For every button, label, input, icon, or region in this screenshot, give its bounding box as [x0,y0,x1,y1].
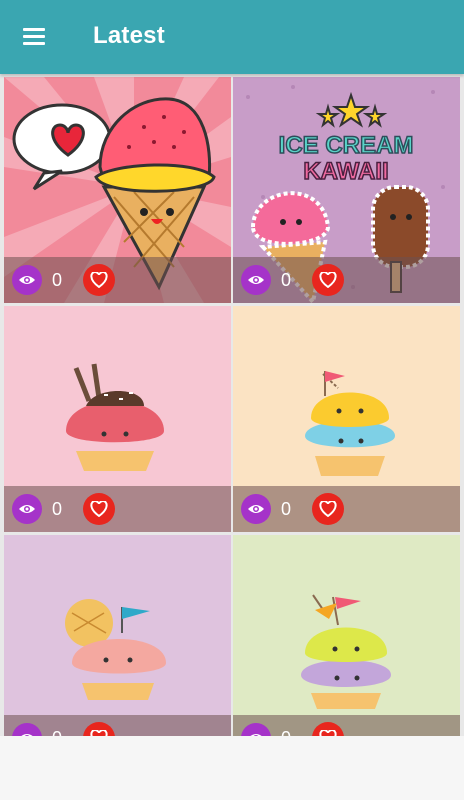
view-count: 0 [52,499,63,519]
cupcake-wafer-image [4,535,231,736]
kawaii-text: KAWAII [303,158,388,185]
view-count: 0 [281,728,291,736]
eye-icon[interactable] [241,723,271,736]
view-count: 0 [52,728,62,736]
wallpaper-grid: 0 ICE CREAM KAWAII 0 0 0 [0,74,464,736]
wallpaper-tile[interactable]: ICE CREAM KAWAII 0 [233,77,460,303]
tile-action-bar: 0 [233,257,460,303]
eye-icon[interactable] [241,265,271,295]
heart-icon[interactable] [83,722,115,736]
tile-action-bar: 0 [233,486,460,532]
app-bar: Latest [0,0,464,74]
view-count: 0 [52,270,63,290]
heart-icon[interactable] [312,722,344,736]
eye-icon[interactable] [12,723,42,736]
heart-icon[interactable] [312,264,344,296]
eye-icon[interactable] [241,494,271,524]
ice-cream-text: ICE CREAM [279,132,414,159]
wallpaper-tile[interactable]: 0 [233,306,460,532]
wallpaper-tile[interactable]: 0 [4,306,231,532]
wallpaper-tile[interactable]: 0 [4,535,231,736]
view-count: 0 [281,499,292,519]
wallpaper-tile[interactable]: 0 [4,77,231,303]
tile-action-bar: 0 [4,486,231,532]
eye-icon[interactable] [12,265,42,295]
eye-icon[interactable] [12,494,42,524]
wallpaper-tile[interactable]: 0 [233,535,460,736]
tile-action-bar: 0 [4,715,231,736]
hamburger-menu-icon[interactable] [20,24,50,50]
tile-action-bar: 0 [233,715,460,736]
cupcake-flags-image [233,535,460,736]
tile-action-bar: 0 [4,257,231,303]
heart-icon[interactable] [83,264,115,296]
heart-icon[interactable] [312,493,344,525]
bottom-blank-area [0,736,464,800]
heart-icon[interactable] [83,493,115,525]
page-title: Latest [93,22,165,49]
view-count: 0 [281,270,292,290]
